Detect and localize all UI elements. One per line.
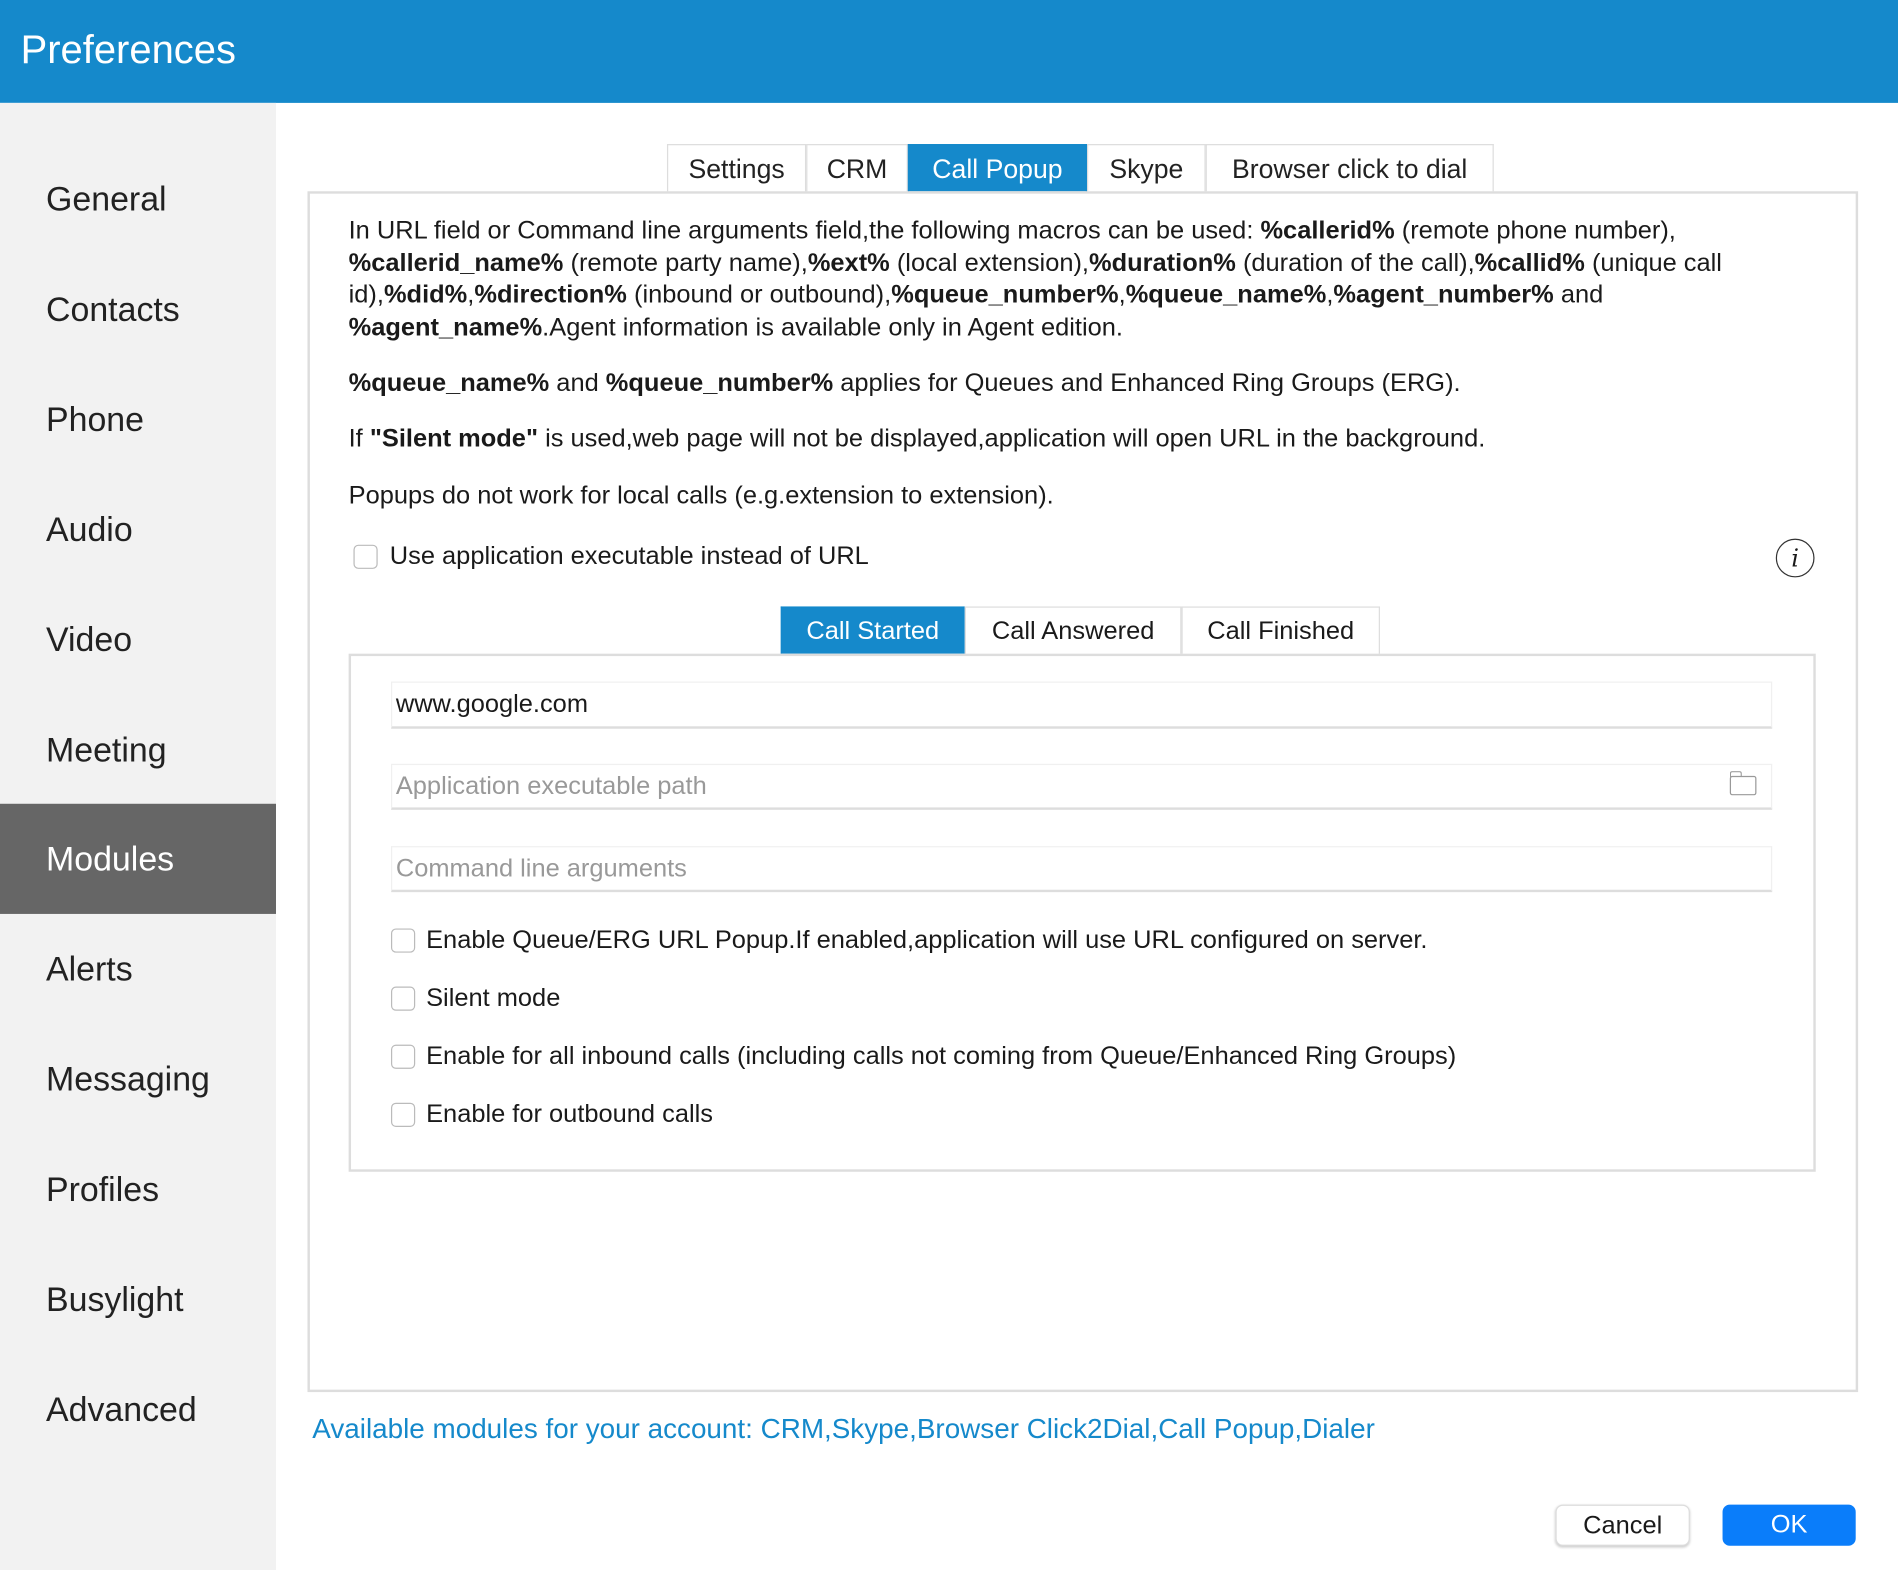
sidebar-item-alerts[interactable]: Alerts — [0, 914, 276, 1024]
text-segment: Popups do not work for local calls (e.g.… — [348, 481, 1054, 510]
command-line-arguments-placeholder: Command line arguments — [395, 854, 687, 882]
tab-crm[interactable]: CRM — [806, 144, 908, 192]
available-modules-link[interactable]: Available modules for your account: CRM,… — [312, 1413, 1375, 1446]
macro-name: %callerid_name% — [348, 248, 564, 277]
cancel-button[interactable]: Cancel — [1555, 1504, 1690, 1546]
text-segment: If — [348, 424, 370, 453]
macro-name: %agent_name% — [348, 312, 543, 341]
macro-name: %callerid% — [1260, 216, 1395, 245]
local-calls-note: Popups do not work for local calls (e.g.… — [349, 481, 1826, 513]
text-segment: is used,web page will not be displayed,a… — [538, 424, 1486, 453]
preferences-window: Preferences General Contacts Phone Audio… — [0, 0, 1898, 1570]
text-segment: (inbound or outbound), — [626, 280, 892, 309]
sidebar-item-messaging[interactable]: Messaging — [0, 1024, 276, 1134]
tab-browser-click-to-dial[interactable]: Browser click to dial — [1205, 144, 1494, 192]
silent-mode-checkbox[interactable] — [390, 986, 416, 1011]
sidebar-item-video[interactable]: Video — [0, 585, 276, 695]
text-segment: and — [1553, 280, 1604, 309]
sidebar-item-audio[interactable]: Audio — [0, 475, 276, 585]
outbound-calls-label: Enable for outbound calls — [426, 1100, 713, 1129]
macro-name: %did% — [383, 280, 468, 309]
macro-name: %queue_number% — [891, 280, 1119, 309]
sidebar: General Contacts Phone Audio Video Meeti… — [0, 102, 276, 1570]
queue-macros-note: %queue_name% and %queue_number% applies … — [349, 368, 1826, 400]
title-bar: Preferences — [0, 0, 1898, 103]
tab-call-finished[interactable]: Call Finished — [1181, 606, 1380, 654]
sidebar-item-modules[interactable]: Modules — [0, 803, 276, 914]
text-segment: and — [549, 369, 606, 398]
text-segment: applies for Queues and Enhanced Ring Gro… — [833, 369, 1461, 398]
tab-call-answered[interactable]: Call Answered — [964, 606, 1182, 654]
macro-name: %ext% — [807, 248, 890, 277]
tab-call-popup[interactable]: Call Popup — [907, 144, 1088, 192]
sidebar-item-meeting[interactable]: Meeting — [0, 695, 276, 805]
macro-name: %duration% — [1088, 248, 1236, 277]
text-segment: (remote phone number), — [1394, 216, 1676, 245]
sidebar-item-busylight[interactable]: Busylight — [0, 1244, 276, 1354]
macro-name: %queue_number% — [605, 369, 834, 398]
outbound-calls-checkbox[interactable] — [390, 1102, 416, 1127]
text-segment: , — [1326, 280, 1334, 309]
sidebar-item-contacts[interactable]: Contacts — [0, 254, 276, 364]
command-line-arguments-input[interactable]: Command line arguments — [390, 846, 1773, 893]
text-segment: (local extension), — [889, 248, 1089, 277]
window-title: Preferences — [20, 26, 236, 72]
url-input[interactable]: www.google.com — [390, 681, 1773, 729]
macro-name: %direction% — [474, 280, 627, 309]
silent-mode-note: If "Silent mode" is used,web page will n… — [349, 424, 1826, 456]
url-value: www.google.com — [395, 689, 589, 718]
text-segment: , — [1118, 280, 1126, 309]
macros-description: In URL field or Command line arguments f… — [349, 215, 1826, 343]
silent-mode-label: Silent mode — [426, 984, 561, 1012]
text-segment: (remote party name), — [563, 248, 808, 277]
application-path-input[interactable]: Application executable path — [390, 763, 1773, 810]
text-segment: .Agent information is available only in … — [542, 312, 1123, 341]
all-inbound-calls-checkbox[interactable] — [390, 1044, 416, 1069]
application-path-placeholder: Application executable path — [395, 771, 707, 800]
call-started-panel — [348, 653, 1816, 1172]
sidebar-item-advanced[interactable]: Advanced — [0, 1355, 276, 1465]
queue-erg-popup-label: Enable Queue/ERG URL Popup.If enabled,ap… — [426, 926, 1428, 954]
sidebar-item-profiles[interactable]: Profiles — [0, 1134, 276, 1244]
macro-name: %queue_name% — [348, 369, 550, 398]
tab-settings[interactable]: Settings — [666, 144, 807, 192]
text-segment: In URL field or Command line arguments f… — [348, 216, 1261, 245]
text-segment: (duration of the call), — [1235, 248, 1475, 277]
queue-erg-popup-checkbox[interactable] — [390, 928, 416, 953]
sidebar-item-phone[interactable]: Phone — [0, 364, 276, 474]
folder-icon[interactable] — [1729, 771, 1757, 796]
all-inbound-calls-label: Enable for all inbound calls (including … — [426, 1042, 1457, 1071]
macro-name: %callid% — [1474, 248, 1585, 277]
macro-name: %queue_name% — [1125, 280, 1327, 309]
ok-button[interactable]: OK — [1722, 1504, 1856, 1546]
macro-name: %agent_number% — [1333, 280, 1554, 309]
tab-skype[interactable]: Skype — [1087, 144, 1206, 192]
tab-call-started[interactable]: Call Started — [780, 606, 965, 654]
use-executable-checkbox[interactable] — [353, 544, 378, 569]
text-segment: , — [467, 280, 475, 309]
macro-name: "Silent mode" — [369, 424, 539, 453]
info-icon[interactable]: i — [1775, 538, 1815, 578]
use-executable-label: Use application executable instead of UR… — [389, 542, 869, 571]
sidebar-item-general[interactable]: General — [0, 144, 276, 254]
